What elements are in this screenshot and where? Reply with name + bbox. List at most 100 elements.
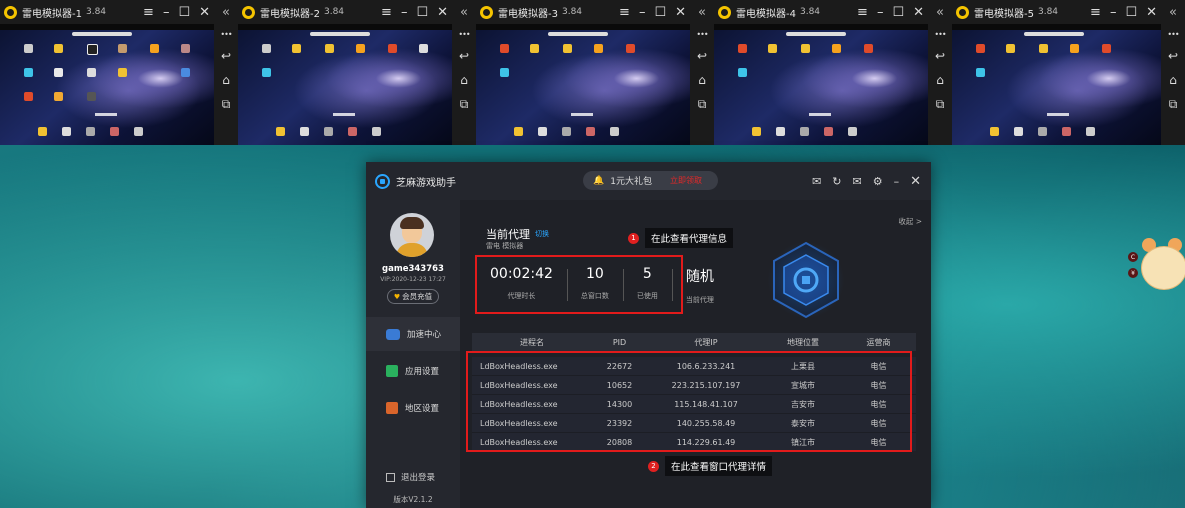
dock-app-icon[interactable]: [562, 127, 571, 136]
back-icon[interactable]: ↩: [697, 49, 707, 63]
dock-app-icon[interactable]: [800, 127, 809, 136]
app-icon[interactable]: [976, 68, 985, 77]
app-icon[interactable]: [87, 68, 96, 77]
app-icon[interactable]: [181, 68, 190, 77]
dock-app-icon[interactable]: [776, 127, 785, 136]
menu-icon[interactable]: ≡: [619, 5, 630, 20]
home-icon[interactable]: ⌂: [222, 73, 230, 87]
emulator-window[interactable]: 雷电模拟器-1 3.84 ≡ – ☐ ✕ « ••• ↩ ⌂ ⧉: [0, 0, 238, 145]
collapse-sidebar-icon[interactable]: «: [1161, 0, 1185, 24]
dock-app-icon[interactable]: [86, 127, 95, 136]
maximize-icon[interactable]: ☐: [178, 5, 190, 20]
emulator-screen[interactable]: [238, 24, 452, 145]
search-bar[interactable]: [548, 32, 608, 36]
search-bar[interactable]: [786, 32, 846, 36]
app-icon[interactable]: [738, 68, 747, 77]
maximize-icon[interactable]: ☐: [1125, 5, 1137, 20]
search-bar[interactable]: [72, 32, 132, 36]
close-icon[interactable]: ✕: [437, 5, 448, 20]
dock-app-icon[interactable]: [1086, 127, 1095, 136]
app-icon[interactable]: [388, 44, 397, 53]
app-icon[interactable]: [24, 68, 33, 77]
back-icon[interactable]: ↩: [221, 49, 231, 63]
app-titlebar[interactable]: 芝麻游戏助手 🔔 1元大礼包 立即领取 ✉ ↻ ✉ ⚙ – ✕: [366, 162, 931, 200]
recent-apps-icon[interactable]: ⧉: [460, 97, 469, 112]
dock-app-icon[interactable]: [752, 127, 761, 136]
collapse-sidebar-icon[interactable]: «: [928, 0, 952, 24]
minimize-icon[interactable]: –: [877, 5, 884, 20]
dock-app-icon[interactable]: [348, 127, 357, 136]
app-icon[interactable]: [262, 44, 271, 53]
dock-app-icon[interactable]: [372, 127, 381, 136]
emulator-window[interactable]: 雷电模拟器-3 3.84 ≡ – ☐ ✕ « ••• ↩ ⌂ ⧉: [476, 0, 714, 145]
app-icon[interactable]: [563, 44, 572, 53]
app-icon[interactable]: [1070, 44, 1079, 53]
search-bar[interactable]: [310, 32, 370, 36]
dock-app-icon[interactable]: [1062, 127, 1071, 136]
maximize-icon[interactable]: ☐: [416, 5, 428, 20]
close-icon[interactable]: ✕: [675, 5, 686, 20]
sidebar-item-region-settings[interactable]: 地区设置: [366, 391, 460, 425]
dock-app-icon[interactable]: [324, 127, 333, 136]
refresh-icon[interactable]: ↻: [832, 175, 841, 188]
emulator-screen[interactable]: [952, 24, 1161, 145]
close-icon[interactable]: ✕: [1146, 5, 1157, 20]
dock-app-icon[interactable]: [824, 127, 833, 136]
app-icon[interactable]: [24, 44, 33, 53]
recent-apps-icon[interactable]: ⧉: [1169, 97, 1178, 112]
switch-proxy-link[interactable]: 切换: [535, 229, 549, 239]
app-icon[interactable]: [54, 92, 63, 101]
back-icon[interactable]: ↩: [1168, 49, 1178, 63]
emulator-window[interactable]: 雷电模拟器-2 3.84 ≡ – ☐ ✕ « ••• ↩ ⌂ ⧉: [238, 0, 476, 145]
message-icon[interactable]: ✉: [812, 175, 821, 188]
app-icon[interactable]: [118, 44, 127, 53]
mascot-top-button[interactable]: C: [1128, 252, 1138, 262]
accelerator-status-emblem[interactable]: [766, 237, 846, 323]
menu-icon[interactable]: ≡: [857, 5, 868, 20]
dock-app-icon[interactable]: [1014, 127, 1023, 136]
promo-banner[interactable]: 🔔 1元大礼包 立即领取: [583, 171, 718, 190]
recent-apps-icon[interactable]: ⧉: [698, 97, 707, 112]
home-icon[interactable]: ⌂: [936, 73, 944, 87]
logout-button[interactable]: 退出登录: [386, 471, 435, 483]
app-icon[interactable]: [1039, 44, 1048, 53]
collapse-sidebar-icon[interactable]: «: [214, 0, 238, 24]
app-icon[interactable]: [181, 44, 190, 53]
more-icon[interactable]: •••: [934, 30, 946, 39]
app-icon[interactable]: [864, 44, 873, 53]
app-icon[interactable]: [626, 44, 635, 53]
close-icon[interactable]: ✕: [910, 174, 921, 189]
collapse-link[interactable]: 收起 >: [898, 216, 922, 227]
app-icon[interactable]: [801, 44, 810, 53]
app-icon[interactable]: [118, 68, 127, 77]
dock-app-icon[interactable]: [848, 127, 857, 136]
app-icon[interactable]: [87, 92, 96, 101]
app-icon[interactable]: [87, 44, 98, 55]
dock-app-icon[interactable]: [62, 127, 71, 136]
app-icon[interactable]: [500, 44, 509, 53]
sidebar-item-acceleration-center[interactable]: 加速中心: [366, 317, 460, 351]
recent-apps-icon[interactable]: ⧉: [936, 97, 945, 112]
dock-app-icon[interactable]: [134, 127, 143, 136]
emulator-screen[interactable]: [714, 24, 928, 145]
app-icon[interactable]: [594, 44, 603, 53]
minimize-icon[interactable]: –: [163, 5, 170, 20]
maximize-icon[interactable]: ☐: [892, 5, 904, 20]
app-icon[interactable]: [1102, 44, 1111, 53]
app-icon[interactable]: [768, 44, 777, 53]
app-icon[interactable]: [292, 44, 301, 53]
dock-app-icon[interactable]: [38, 127, 47, 136]
dock-app-icon[interactable]: [514, 127, 523, 136]
dock-app-icon[interactable]: [1038, 127, 1047, 136]
maximize-icon[interactable]: ☐: [654, 5, 666, 20]
emulator-screen[interactable]: [476, 24, 690, 145]
search-bar[interactable]: [1024, 32, 1084, 36]
dock-app-icon[interactable]: [586, 127, 595, 136]
app-icon[interactable]: [530, 44, 539, 53]
minimize-icon[interactable]: –: [401, 5, 408, 20]
vip-recharge-button[interactable]: ♥ 会员充值: [387, 289, 439, 304]
recent-apps-icon[interactable]: ⧉: [222, 97, 231, 112]
app-icon[interactable]: [54, 68, 63, 77]
dock-app-icon[interactable]: [610, 127, 619, 136]
emulator-screen[interactable]: [0, 24, 214, 145]
